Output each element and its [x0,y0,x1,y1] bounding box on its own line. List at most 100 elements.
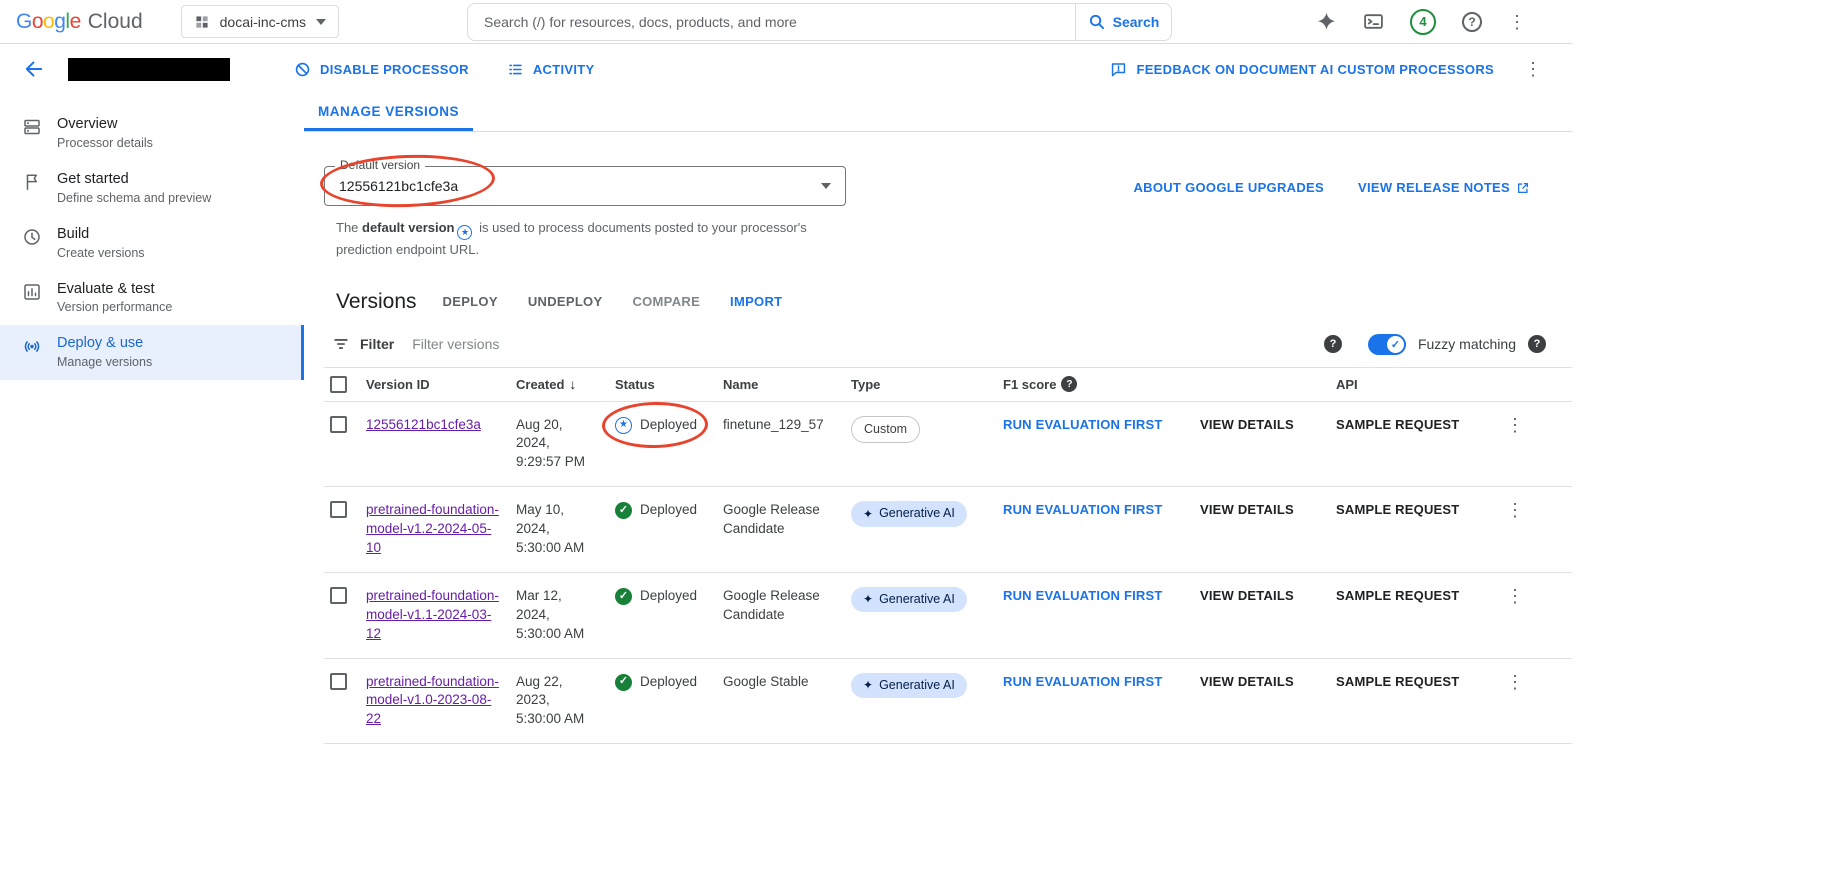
project-selector[interactable]: docai-inc-cms [181,5,339,38]
search-input[interactable] [467,3,1075,41]
run-evaluation-first-button[interactable]: RUN EVALUATION FIRST [1003,417,1163,432]
cloud-logo-text: Cloud [88,10,143,34]
broadcast-icon [22,336,42,356]
dropdown-caret-icon [821,183,831,189]
version-id-link[interactable]: pretrained-foundation-model-v1.0-2023-08… [366,674,499,727]
name-cell: finetune_129_57 [723,416,851,435]
deployed-check-icon: ✓ [615,588,632,605]
search-button-label: Search [1113,14,1160,30]
sidebar-item-overview[interactable]: OverviewProcessor details [0,106,304,161]
deployed-check-icon: ✓ [615,502,632,519]
name-cell: Google Stable [723,673,851,692]
table-row: pretrained-foundation-model-v1.1-2024-03… [324,573,1572,659]
topbar-icons: 4 ? ⋮ [1316,9,1526,35]
compare-button[interactable]: COMPARE [632,294,700,309]
run-evaluation-first-button[interactable]: RUN EVALUATION FIRST [1003,588,1163,603]
filter-help-icon[interactable]: ? [1324,335,1342,353]
sidebar-item-subtitle: Define schema and preview [57,191,211,205]
row-checkbox[interactable] [330,416,347,433]
view-details-button[interactable]: VIEW DETAILS [1200,417,1294,432]
created-cell: Aug 22, 2023, 5:30:00 AM [516,673,615,730]
bar-chart-icon [22,282,42,302]
select-all-checkbox[interactable] [330,376,347,393]
cloud-shell-icon[interactable] [1363,11,1384,32]
created-cell: Mar 12, 2024, 5:30:00 AM [516,587,615,644]
column-header-status: Status [615,377,723,392]
run-evaluation-first-button[interactable]: RUN EVALUATION FIRST [1003,502,1163,517]
sample-request-button[interactable]: SAMPLE REQUEST [1336,502,1459,517]
sample-request-button[interactable]: SAMPLE REQUEST [1336,417,1459,432]
view-release-notes-link[interactable]: VIEW RELEASE NOTES [1358,180,1530,195]
page-header: DISABLE PROCESSOR ACTIVITY FEEDBACK ON D… [0,44,1572,94]
undeploy-button[interactable]: UNDEPLOY [528,294,603,309]
f1-score-help-icon[interactable]: ? [1061,376,1077,392]
free-trial-badge[interactable]: 4 [1410,9,1436,35]
default-version-star-icon: ★ [457,225,472,240]
about-google-upgrades-link[interactable]: ABOUT GOOGLE UPGRADES [1133,180,1323,195]
status-text: Deployed [640,587,697,606]
status-cell: ✓ Deployed [615,673,723,692]
sidebar-item-title: Overview [57,116,117,132]
import-button[interactable]: IMPORT [730,294,782,309]
fuzzy-matching-help-icon[interactable]: ? [1528,335,1546,353]
row-checkbox[interactable] [330,673,347,690]
version-id-link[interactable]: pretrained-foundation-model-v1.2-2024-05… [366,502,499,555]
disable-processor-button[interactable]: DISABLE PROCESSOR [294,61,469,78]
more-vertical-icon[interactable]: ⋮ [1508,13,1526,31]
default-version-label: Default version [335,158,425,172]
row-checkbox[interactable] [330,587,347,604]
row-checkbox[interactable] [330,501,347,518]
default-version-select[interactable]: Default version 12556121bc1cfe3a [324,166,846,206]
global-search: Search [467,3,1172,41]
filter-bar: Filter ? ✓ Fuzzy matching ? [324,334,1572,368]
tab-manage-versions[interactable]: MANAGE VERSIONS [304,94,473,131]
row-more-icon[interactable]: ⋮ [1506,587,1524,605]
sidebar-item-get-started[interactable]: Get startedDefine schema and preview [0,161,304,216]
view-details-button[interactable]: VIEW DETAILS [1200,502,1294,517]
feedback-label: FEEDBACK ON DOCUMENT AI CUSTOM PROCESSOR… [1136,62,1494,77]
google-cloud-logo[interactable]: Google Cloud [16,10,143,34]
version-id-link[interactable]: pretrained-foundation-model-v1.1-2024-03… [366,588,499,641]
deploy-button[interactable]: DEPLOY [443,294,498,309]
type-chip-custom: Custom [851,416,920,444]
fuzzy-matching-controls: ? ✓ Fuzzy matching ? [1324,334,1546,355]
run-evaluation-first-button[interactable]: RUN EVALUATION FIRST [1003,674,1163,689]
activity-button[interactable]: ACTIVITY [507,61,595,78]
gemini-sparkle-icon[interactable] [1316,11,1337,32]
sidebar-item-deploy-use[interactable]: Deploy & useManage versions [0,325,304,380]
sample-request-button[interactable]: SAMPLE REQUEST [1336,588,1459,603]
column-header-created[interactable]: Created↓ [516,376,615,392]
filter-icon [332,335,350,353]
row-more-icon[interactable]: ⋮ [1506,416,1524,434]
column-header-api: API [1336,377,1490,392]
sparkle-icon: ✦ [863,677,873,694]
name-cell: Google Release Candidate [723,587,851,625]
view-details-button[interactable]: VIEW DETAILS [1200,588,1294,603]
sidebar-item-evaluate-test[interactable]: Evaluate & testVersion performance [0,271,304,326]
page-more-icon[interactable]: ⋮ [1524,60,1542,78]
type-chip-generative-ai: ✦Generative AI [851,673,967,699]
row-more-icon[interactable]: ⋮ [1506,673,1524,691]
fuzzy-matching-toggle[interactable]: ✓ [1368,334,1406,355]
tab-bar: MANAGE VERSIONS [304,94,1572,132]
view-details-button[interactable]: VIEW DETAILS [1200,674,1294,689]
version-id-link[interactable]: 12556121bc1cfe3a [366,417,481,432]
view-release-notes-label: VIEW RELEASE NOTES [1358,180,1510,195]
feedback-link[interactable]: FEEDBACK ON DOCUMENT AI CUSTOM PROCESSOR… [1110,61,1494,78]
app-window: Google Cloud docai-inc-cms Search [0,0,1572,874]
back-button[interactable] [16,51,52,87]
type-chip-generative-ai: ✦Generative AI [851,501,967,527]
search-button[interactable]: Search [1075,3,1172,41]
activity-label: ACTIVITY [533,62,595,77]
sort-descending-icon: ↓ [569,376,576,392]
status-cell: ✓ Deployed [615,501,723,520]
row-more-icon[interactable]: ⋮ [1506,501,1524,519]
filter-versions-input[interactable] [412,336,1324,352]
filter-label[interactable]: Filter [360,336,394,352]
project-name: docai-inc-cms [220,14,306,30]
content-area: MANAGE VERSIONS Default version 12556121… [304,94,1572,874]
sample-request-button[interactable]: SAMPLE REQUEST [1336,674,1459,689]
sidebar-item-build[interactable]: BuildCreate versions [0,216,304,271]
overview-icon [22,117,42,137]
help-icon[interactable]: ? [1462,12,1482,32]
